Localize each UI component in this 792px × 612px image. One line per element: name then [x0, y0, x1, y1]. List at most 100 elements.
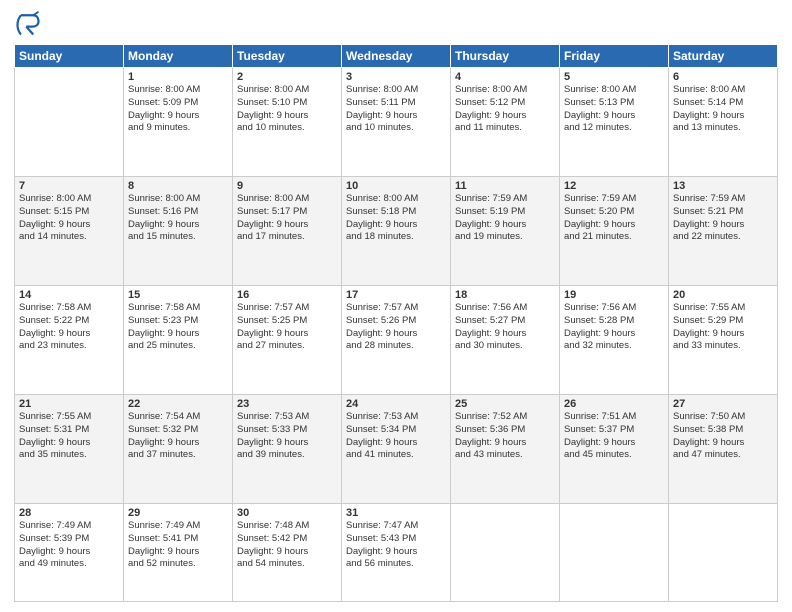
- calendar-day-20: 20Sunrise: 7:55 AM Sunset: 5:29 PM Dayli…: [669, 285, 778, 394]
- day-number: 9: [237, 180, 337, 192]
- calendar-day-16: 16Sunrise: 7:57 AM Sunset: 5:25 PM Dayli…: [233, 285, 342, 394]
- calendar-day-11: 11Sunrise: 7:59 AM Sunset: 5:19 PM Dayli…: [451, 176, 560, 285]
- calendar-day-15: 15Sunrise: 7:58 AM Sunset: 5:23 PM Dayli…: [124, 285, 233, 394]
- day-detail: Sunrise: 7:49 AM Sunset: 5:39 PM Dayligh…: [19, 520, 119, 571]
- calendar-day-10: 10Sunrise: 8:00 AM Sunset: 5:18 PM Dayli…: [342, 176, 451, 285]
- header-sunday: Sunday: [15, 45, 124, 68]
- empty-cell: [451, 503, 560, 601]
- day-number: 29: [128, 507, 228, 519]
- calendar-day-8: 8Sunrise: 8:00 AM Sunset: 5:16 PM Daylig…: [124, 176, 233, 285]
- day-number: 26: [564, 398, 664, 410]
- day-detail: Sunrise: 8:00 AM Sunset: 5:12 PM Dayligh…: [455, 84, 555, 135]
- day-detail: Sunrise: 8:00 AM Sunset: 5:13 PM Dayligh…: [564, 84, 664, 135]
- calendar-day-7: 7Sunrise: 8:00 AM Sunset: 5:15 PM Daylig…: [15, 176, 124, 285]
- day-number: 25: [455, 398, 555, 410]
- calendar-day-30: 30Sunrise: 7:48 AM Sunset: 5:42 PM Dayli…: [233, 503, 342, 601]
- calendar-day-4: 4Sunrise: 8:00 AM Sunset: 5:12 PM Daylig…: [451, 68, 560, 177]
- day-number: 16: [237, 289, 337, 301]
- day-detail: Sunrise: 8:00 AM Sunset: 5:17 PM Dayligh…: [237, 193, 337, 244]
- day-detail: Sunrise: 7:48 AM Sunset: 5:42 PM Dayligh…: [237, 520, 337, 571]
- day-number: 22: [128, 398, 228, 410]
- day-detail: Sunrise: 7:49 AM Sunset: 5:41 PM Dayligh…: [128, 520, 228, 571]
- calendar-day-21: 21Sunrise: 7:55 AM Sunset: 5:31 PM Dayli…: [15, 394, 124, 503]
- day-number: 24: [346, 398, 446, 410]
- calendar-day-27: 27Sunrise: 7:50 AM Sunset: 5:38 PM Dayli…: [669, 394, 778, 503]
- day-number: 17: [346, 289, 446, 301]
- day-number: 27: [673, 398, 773, 410]
- day-number: 12: [564, 180, 664, 192]
- calendar-week-row: 14Sunrise: 7:58 AM Sunset: 5:22 PM Dayli…: [15, 285, 778, 394]
- calendar-day-28: 28Sunrise: 7:49 AM Sunset: 5:39 PM Dayli…: [15, 503, 124, 601]
- day-number: 19: [564, 289, 664, 301]
- calendar-week-row: 1Sunrise: 8:00 AM Sunset: 5:09 PM Daylig…: [15, 68, 778, 177]
- calendar-day-23: 23Sunrise: 7:53 AM Sunset: 5:33 PM Dayli…: [233, 394, 342, 503]
- calendar-day-3: 3Sunrise: 8:00 AM Sunset: 5:11 PM Daylig…: [342, 68, 451, 177]
- calendar-header-row: SundayMondayTuesdayWednesdayThursdayFrid…: [15, 45, 778, 68]
- day-number: 31: [346, 507, 446, 519]
- empty-cell: [669, 503, 778, 601]
- calendar-day-13: 13Sunrise: 7:59 AM Sunset: 5:21 PM Dayli…: [669, 176, 778, 285]
- day-detail: Sunrise: 7:58 AM Sunset: 5:22 PM Dayligh…: [19, 302, 119, 353]
- calendar-day-25: 25Sunrise: 7:52 AM Sunset: 5:36 PM Dayli…: [451, 394, 560, 503]
- day-detail: Sunrise: 7:52 AM Sunset: 5:36 PM Dayligh…: [455, 411, 555, 462]
- day-detail: Sunrise: 7:53 AM Sunset: 5:34 PM Dayligh…: [346, 411, 446, 462]
- calendar-day-5: 5Sunrise: 8:00 AM Sunset: 5:13 PM Daylig…: [560, 68, 669, 177]
- calendar-week-row: 7Sunrise: 8:00 AM Sunset: 5:15 PM Daylig…: [15, 176, 778, 285]
- calendar-day-24: 24Sunrise: 7:53 AM Sunset: 5:34 PM Dayli…: [342, 394, 451, 503]
- calendar-day-19: 19Sunrise: 7:56 AM Sunset: 5:28 PM Dayli…: [560, 285, 669, 394]
- header-monday: Monday: [124, 45, 233, 68]
- day-detail: Sunrise: 7:55 AM Sunset: 5:31 PM Dayligh…: [19, 411, 119, 462]
- header-tuesday: Tuesday: [233, 45, 342, 68]
- day-detail: Sunrise: 8:00 AM Sunset: 5:14 PM Dayligh…: [673, 84, 773, 135]
- calendar-week-row: 28Sunrise: 7:49 AM Sunset: 5:39 PM Dayli…: [15, 503, 778, 601]
- calendar-day-29: 29Sunrise: 7:49 AM Sunset: 5:41 PM Dayli…: [124, 503, 233, 601]
- header-friday: Friday: [560, 45, 669, 68]
- day-detail: Sunrise: 7:58 AM Sunset: 5:23 PM Dayligh…: [128, 302, 228, 353]
- day-number: 10: [346, 180, 446, 192]
- calendar-day-22: 22Sunrise: 7:54 AM Sunset: 5:32 PM Dayli…: [124, 394, 233, 503]
- day-number: 28: [19, 507, 119, 519]
- day-detail: Sunrise: 7:56 AM Sunset: 5:27 PM Dayligh…: [455, 302, 555, 353]
- day-detail: Sunrise: 8:00 AM Sunset: 5:10 PM Dayligh…: [237, 84, 337, 135]
- day-detail: Sunrise: 7:50 AM Sunset: 5:38 PM Dayligh…: [673, 411, 773, 462]
- day-number: 1: [128, 71, 228, 83]
- day-number: 2: [237, 71, 337, 83]
- day-detail: Sunrise: 7:56 AM Sunset: 5:28 PM Dayligh…: [564, 302, 664, 353]
- calendar-table: SundayMondayTuesdayWednesdayThursdayFrid…: [14, 44, 778, 602]
- day-detail: Sunrise: 7:51 AM Sunset: 5:37 PM Dayligh…: [564, 411, 664, 462]
- calendar-day-12: 12Sunrise: 7:59 AM Sunset: 5:20 PM Dayli…: [560, 176, 669, 285]
- day-number: 18: [455, 289, 555, 301]
- calendar-week-row: 21Sunrise: 7:55 AM Sunset: 5:31 PM Dayli…: [15, 394, 778, 503]
- day-detail: Sunrise: 8:00 AM Sunset: 5:11 PM Dayligh…: [346, 84, 446, 135]
- day-detail: Sunrise: 8:00 AM Sunset: 5:16 PM Dayligh…: [128, 193, 228, 244]
- day-detail: Sunrise: 7:59 AM Sunset: 5:19 PM Dayligh…: [455, 193, 555, 244]
- header-thursday: Thursday: [451, 45, 560, 68]
- day-detail: Sunrise: 7:59 AM Sunset: 5:20 PM Dayligh…: [564, 193, 664, 244]
- calendar-day-31: 31Sunrise: 7:47 AM Sunset: 5:43 PM Dayli…: [342, 503, 451, 601]
- day-number: 7: [19, 180, 119, 192]
- day-number: 3: [346, 71, 446, 83]
- day-number: 15: [128, 289, 228, 301]
- empty-cell: [15, 68, 124, 177]
- header-wednesday: Wednesday: [342, 45, 451, 68]
- empty-cell: [560, 503, 669, 601]
- day-detail: Sunrise: 7:47 AM Sunset: 5:43 PM Dayligh…: [346, 520, 446, 571]
- day-number: 13: [673, 180, 773, 192]
- calendar-day-2: 2Sunrise: 8:00 AM Sunset: 5:10 PM Daylig…: [233, 68, 342, 177]
- day-number: 14: [19, 289, 119, 301]
- day-number: 4: [455, 71, 555, 83]
- calendar-day-18: 18Sunrise: 7:56 AM Sunset: 5:27 PM Dayli…: [451, 285, 560, 394]
- day-number: 20: [673, 289, 773, 301]
- calendar-day-9: 9Sunrise: 8:00 AM Sunset: 5:17 PM Daylig…: [233, 176, 342, 285]
- day-number: 11: [455, 180, 555, 192]
- calendar-day-6: 6Sunrise: 8:00 AM Sunset: 5:14 PM Daylig…: [669, 68, 778, 177]
- logo: [14, 10, 46, 38]
- logo-icon: [14, 10, 42, 38]
- calendar-day-17: 17Sunrise: 7:57 AM Sunset: 5:26 PM Dayli…: [342, 285, 451, 394]
- day-detail: Sunrise: 7:55 AM Sunset: 5:29 PM Dayligh…: [673, 302, 773, 353]
- day-number: 30: [237, 507, 337, 519]
- day-detail: Sunrise: 7:57 AM Sunset: 5:25 PM Dayligh…: [237, 302, 337, 353]
- day-number: 23: [237, 398, 337, 410]
- day-detail: Sunrise: 7:54 AM Sunset: 5:32 PM Dayligh…: [128, 411, 228, 462]
- day-detail: Sunrise: 7:59 AM Sunset: 5:21 PM Dayligh…: [673, 193, 773, 244]
